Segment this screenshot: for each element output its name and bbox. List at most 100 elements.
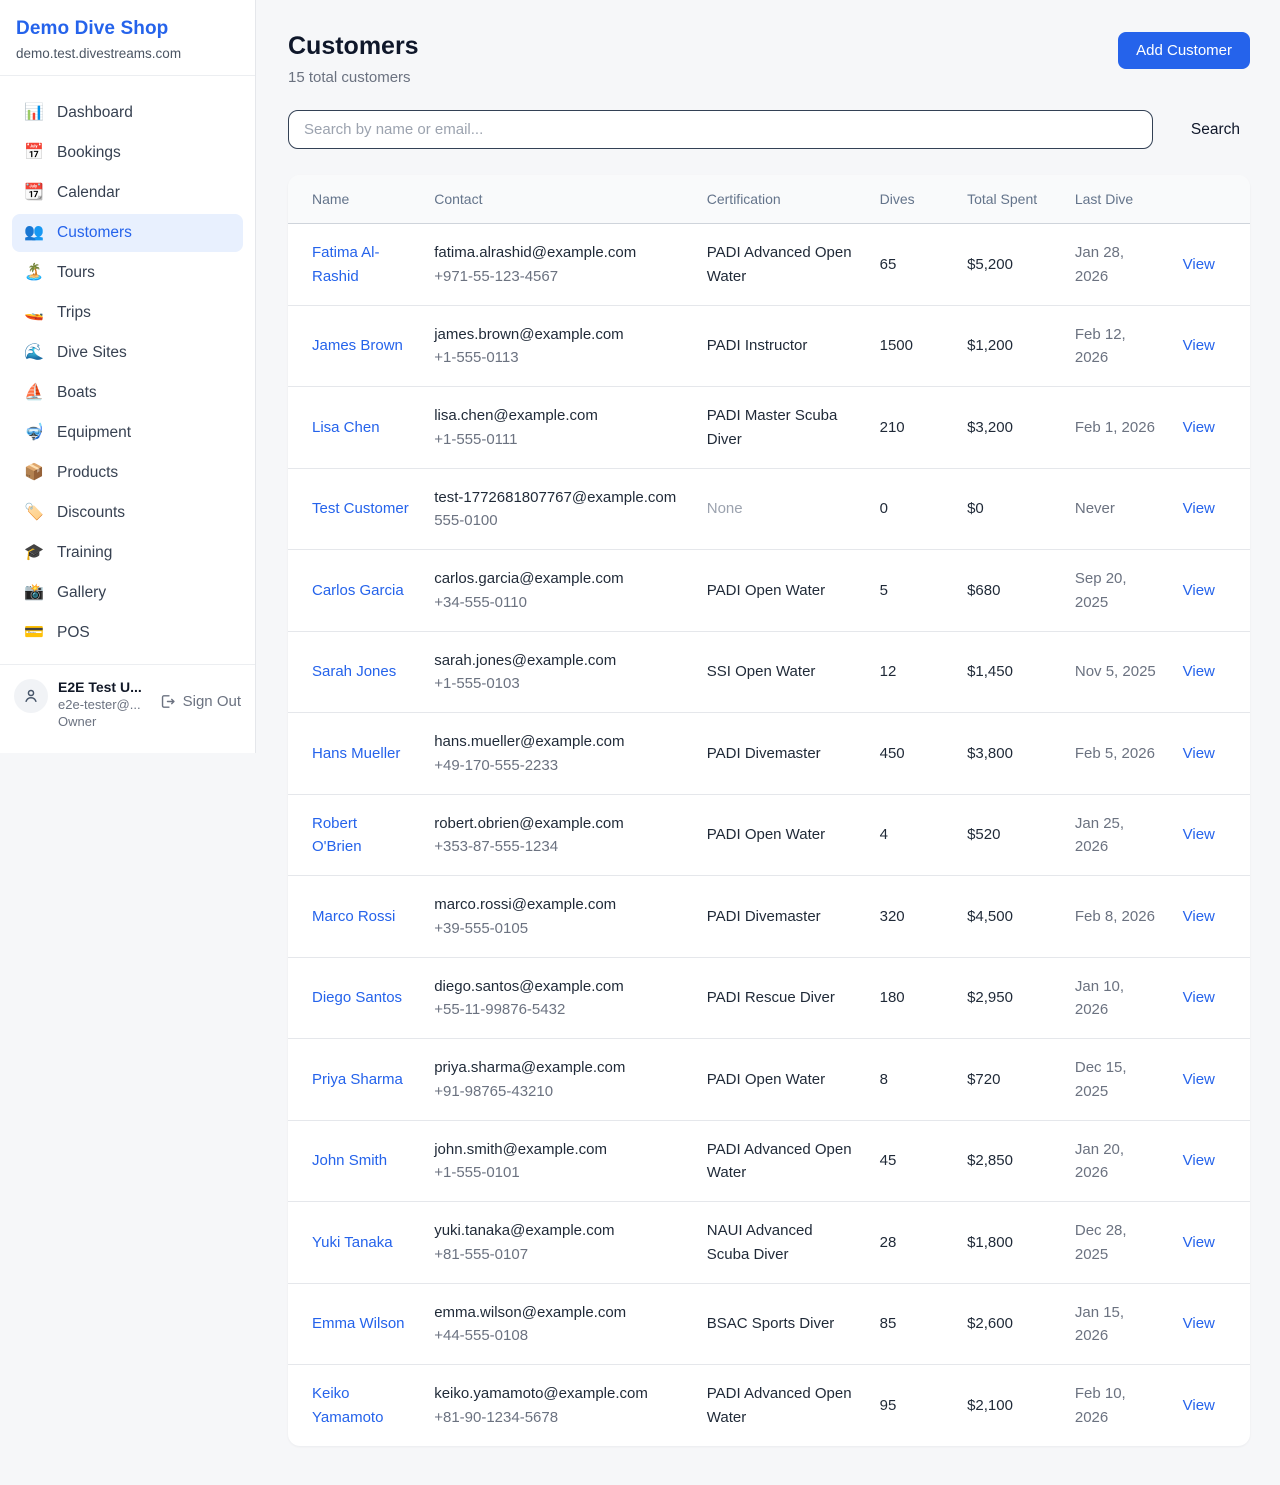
- customer-count: 15 total customers: [288, 69, 419, 86]
- customer-total-spent: $1,800: [955, 1202, 1063, 1284]
- customer-total-spent: $5,200: [955, 224, 1063, 306]
- customer-certification: BSAC Sports Diver: [695, 1283, 868, 1365]
- customer-name-link[interactable]: Keiko Yamamoto: [312, 1385, 383, 1425]
- customer-view-cell: View: [1171, 1365, 1250, 1446]
- view-customer-link[interactable]: View: [1183, 1071, 1215, 1088]
- table-row: Lisa Chen lisa.chen@example.com +1-555-0…: [288, 387, 1250, 469]
- search-bar: Search: [288, 110, 1250, 149]
- view-customer-link[interactable]: View: [1183, 1315, 1215, 1332]
- customer-certification: PADI Advanced Open Water: [695, 1120, 868, 1202]
- customer-name-link[interactable]: Lisa Chen: [312, 419, 380, 436]
- table-row: Test Customer test-1772681807767@example…: [288, 468, 1250, 550]
- search-button[interactable]: Search: [1181, 113, 1250, 147]
- customer-last-dive: Jan 10, 2026: [1063, 957, 1171, 1039]
- sidebar-item-tours[interactable]: 🏝️ Tours: [12, 254, 243, 292]
- view-customer-link[interactable]: View: [1183, 826, 1215, 843]
- customer-name-link[interactable]: Marco Rossi: [312, 908, 395, 925]
- customer-total-spent: $2,600: [955, 1283, 1063, 1365]
- view-customer-link[interactable]: View: [1183, 989, 1215, 1006]
- sidebar-item-label: POS: [57, 624, 90, 642]
- customer-email: diego.santos@example.com: [434, 975, 683, 998]
- customer-certification: PADI Advanced Open Water: [695, 1365, 868, 1446]
- sidebar-item-dashboard[interactable]: 📊 Dashboard: [12, 94, 243, 132]
- customer-dives: 0: [868, 468, 955, 550]
- sidebar-item-dive-sites[interactable]: 🌊 Dive Sites: [12, 334, 243, 372]
- customer-table-body: Fatima Al-Rashid fatima.alrashid@example…: [288, 224, 1250, 1446]
- col-header-total-spent: Total Spent: [955, 175, 1063, 224]
- sidebar-item-equipment[interactable]: 🤿 Equipment: [12, 414, 243, 452]
- view-customer-link[interactable]: View: [1183, 1152, 1215, 1169]
- sidebar-item-pos[interactable]: 💳 POS: [12, 614, 243, 652]
- customer-phone: +39-555-0105: [434, 917, 683, 940]
- view-customer-link[interactable]: View: [1183, 419, 1215, 436]
- customer-phone: +1-555-0101: [434, 1161, 683, 1184]
- view-customer-link[interactable]: View: [1183, 1397, 1215, 1414]
- sidebar-item-training[interactable]: 🎓 Training: [12, 534, 243, 572]
- sidebar-item-customers[interactable]: 👥 Customers: [12, 214, 243, 252]
- sailboat-icon: ⛵: [24, 385, 44, 401]
- sidebar-item-calendar[interactable]: 📆 Calendar: [12, 174, 243, 212]
- customer-last-dive: Jan 20, 2026: [1063, 1120, 1171, 1202]
- view-customer-link[interactable]: View: [1183, 500, 1215, 517]
- customer-name-link[interactable]: Fatima Al-Rashid: [312, 244, 380, 284]
- page-header: Customers 15 total customers Add Custome…: [288, 32, 1250, 86]
- customer-view-cell: View: [1171, 224, 1250, 306]
- customer-contact-cell: diego.santos@example.com +55-11-99876-54…: [422, 957, 695, 1039]
- customer-dives: 1500: [868, 305, 955, 387]
- customer-last-dive: Feb 8, 2026: [1063, 876, 1171, 958]
- sidebar-item-products[interactable]: 📦 Products: [12, 454, 243, 492]
- sidebar-item-label: Dashboard: [57, 104, 133, 122]
- customer-email: carlos.garcia@example.com: [434, 567, 683, 590]
- customer-name-link[interactable]: Robert O'Brien: [312, 815, 362, 855]
- customer-name-link[interactable]: Yuki Tanaka: [312, 1234, 393, 1251]
- customer-name-link[interactable]: Carlos Garcia: [312, 582, 404, 599]
- table-row: Fatima Al-Rashid fatima.alrashid@example…: [288, 224, 1250, 306]
- sidebar-nav: 📊 Dashboard 📅 Bookings 📆 Calendar 👥 Cust…: [0, 76, 255, 664]
- customer-name-link[interactable]: Priya Sharma: [312, 1071, 403, 1088]
- customer-name-link[interactable]: Hans Mueller: [312, 745, 400, 762]
- view-customer-link[interactable]: View: [1183, 663, 1215, 680]
- customer-name-cell: Priya Sharma: [288, 1039, 422, 1121]
- customer-last-dive: Jan 15, 2026: [1063, 1283, 1171, 1365]
- customer-phone: +1-555-0103: [434, 672, 683, 695]
- customer-last-dive: Feb 10, 2026: [1063, 1365, 1171, 1446]
- table-row: Sarah Jones sarah.jones@example.com +1-5…: [288, 631, 1250, 713]
- customer-certification: PADI Rescue Diver: [695, 957, 868, 1039]
- view-customer-link[interactable]: View: [1183, 908, 1215, 925]
- customer-name-cell: Sarah Jones: [288, 631, 422, 713]
- customer-total-spent: $1,450: [955, 631, 1063, 713]
- sidebar-item-boats[interactable]: ⛵ Boats: [12, 374, 243, 412]
- sidebar-item-bookings[interactable]: 📅 Bookings: [12, 134, 243, 172]
- sidebar-item-gallery[interactable]: 📸 Gallery: [12, 574, 243, 612]
- customer-name-link[interactable]: James Brown: [312, 337, 403, 354]
- customer-email: john.smith@example.com: [434, 1138, 683, 1161]
- table-row: Carlos Garcia carlos.garcia@example.com …: [288, 550, 1250, 632]
- sidebar-item-label: Discounts: [57, 504, 125, 522]
- customer-name-link[interactable]: Sarah Jones: [312, 663, 396, 680]
- customer-name-link[interactable]: Diego Santos: [312, 989, 402, 1006]
- customer-last-dive: Jan 25, 2026: [1063, 794, 1171, 876]
- speedboat-icon: 🚤: [24, 305, 44, 321]
- col-header-last-dive: Last Dive: [1063, 175, 1171, 224]
- customer-name-link[interactable]: Emma Wilson: [312, 1315, 405, 1332]
- search-input[interactable]: [288, 110, 1153, 149]
- view-customer-link[interactable]: View: [1183, 582, 1215, 599]
- add-customer-button[interactable]: Add Customer: [1118, 32, 1250, 69]
- sidebar-item-trips[interactable]: 🚤 Trips: [12, 294, 243, 332]
- customer-name-link[interactable]: John Smith: [312, 1152, 387, 1169]
- customer-phone: +55-11-99876-5432: [434, 998, 683, 1021]
- customer-name-link[interactable]: Test Customer: [312, 500, 409, 517]
- customer-certification: PADI Advanced Open Water: [695, 224, 868, 306]
- view-customer-link[interactable]: View: [1183, 337, 1215, 354]
- view-customer-link[interactable]: View: [1183, 256, 1215, 273]
- shop-name: Demo Dive Shop: [16, 18, 239, 40]
- sign-out-button[interactable]: Sign Out: [159, 693, 241, 710]
- view-customer-link[interactable]: View: [1183, 745, 1215, 762]
- tag-icon: 🏷️: [24, 505, 44, 521]
- customer-total-spent: $720: [955, 1039, 1063, 1121]
- customer-view-cell: View: [1171, 876, 1250, 958]
- customer-contact-cell: keiko.yamamoto@example.com +81-90-1234-5…: [422, 1365, 695, 1446]
- view-customer-link[interactable]: View: [1183, 1234, 1215, 1251]
- sidebar-item-discounts[interactable]: 🏷️ Discounts: [12, 494, 243, 532]
- customer-view-cell: View: [1171, 1283, 1250, 1365]
